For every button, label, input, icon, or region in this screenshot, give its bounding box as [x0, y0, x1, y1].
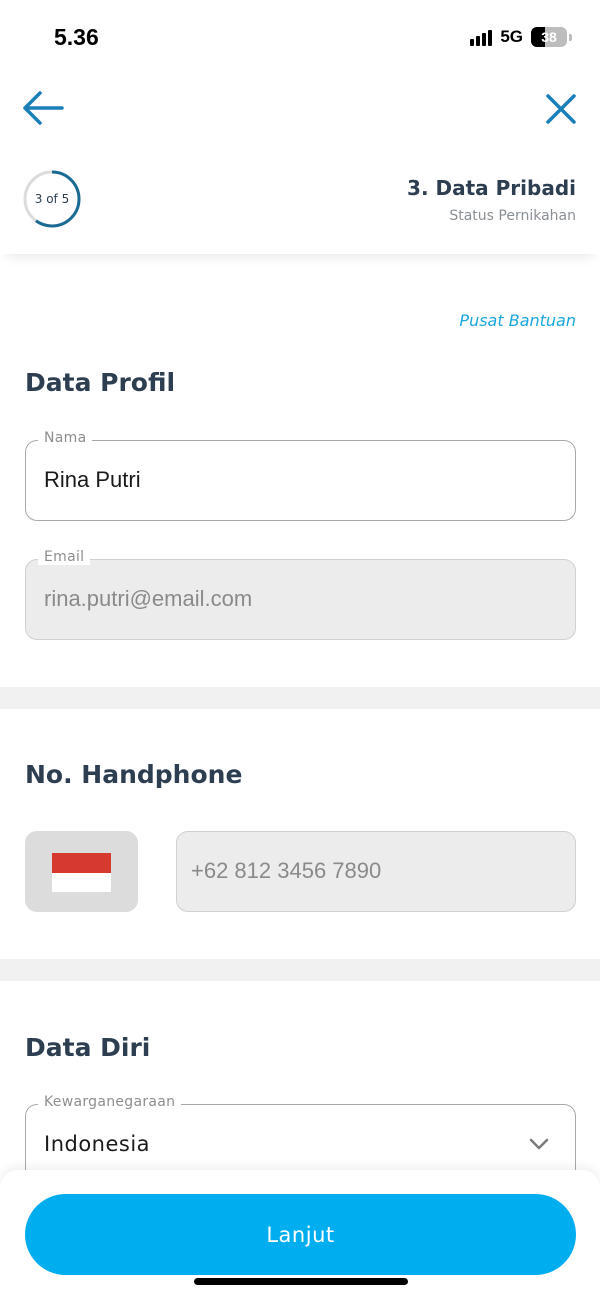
phone-field-value: +62 812 3456 7890 — [191, 858, 382, 883]
name-field[interactable]: Nama Rina Putri — [25, 430, 576, 521]
chevron-down-icon — [529, 1138, 549, 1150]
name-field-value: Rina Putri — [44, 467, 141, 492]
country-code-selector — [25, 831, 138, 912]
section-title-personal: Data Diri — [25, 1033, 151, 1062]
bottom-action-bar: Lanjut — [0, 1170, 600, 1299]
status-bar: 5.36 5G 38 — [0, 0, 600, 78]
home-indicator[interactable] — [194, 1278, 408, 1285]
status-indicators: 5G 38 — [470, 27, 572, 47]
close-icon — [546, 94, 576, 124]
citizenship-value: Indonesia — [44, 1132, 151, 1156]
phone-field: +62 812 3456 7890 — [176, 831, 576, 912]
battery-icon: 38 — [531, 27, 567, 47]
continue-button[interactable]: Lanjut — [25, 1194, 576, 1275]
step-subtitle: Status Pernikahan — [449, 208, 576, 224]
section-divider — [0, 959, 600, 981]
section-title-profile: Data Profil — [25, 368, 176, 397]
email-field-value: rina.putri@email.com — [44, 586, 253, 611]
section-title-phone: No. Handphone — [25, 760, 243, 789]
email-field: Email rina.putri@email.com — [25, 549, 576, 640]
indonesia-flag-icon — [52, 853, 111, 892]
signal-icon — [470, 28, 493, 46]
step-indicator: 3 of 5 — [34, 192, 70, 206]
arrow-left-icon — [23, 91, 64, 125]
close-button[interactable] — [544, 92, 578, 126]
name-field-label: Nama — [38, 430, 93, 446]
email-field-label: Email — [38, 549, 91, 565]
battery-percent: 38 — [541, 29, 557, 45]
network-type: 5G — [500, 27, 523, 46]
back-button[interactable] — [22, 90, 64, 126]
citizenship-field-label: Kewarganegaraan — [38, 1094, 182, 1110]
section-divider — [0, 687, 600, 709]
step-header: 3 of 5 3. Data Pribadi Status Pernikahan — [0, 142, 600, 254]
step-title: 3. Data Pribadi — [407, 176, 576, 200]
top-bar — [0, 78, 600, 142]
status-time: 5.36 — [54, 24, 99, 50]
battery-tip — [569, 33, 572, 41]
help-center-link[interactable]: Pusat Bantuan — [459, 311, 576, 330]
